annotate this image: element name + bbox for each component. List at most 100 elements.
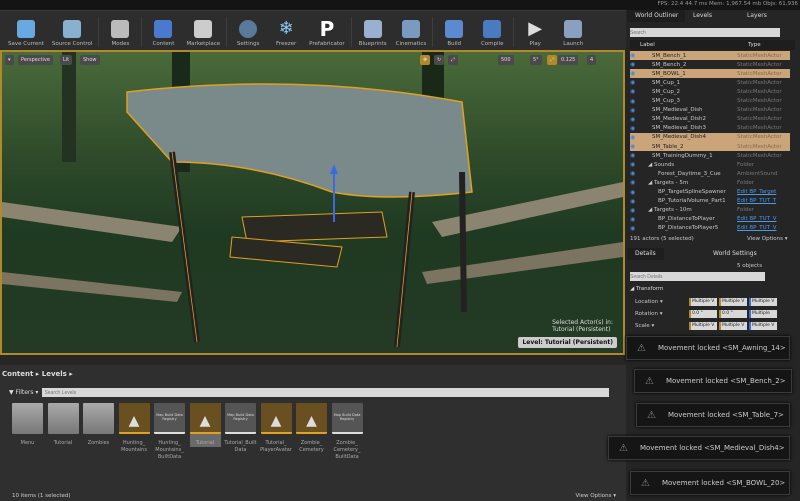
- view-options-button[interactable]: View Options ▾: [575, 493, 616, 499]
- outliner-row[interactable]: ◉ SM_Bench_1 StaticMeshActor: [630, 51, 790, 60]
- translate-tool[interactable]: ✥: [420, 55, 431, 65]
- grid-snap-value[interactable]: 500: [498, 55, 514, 65]
- type-column[interactable]: Type: [748, 42, 761, 48]
- asset-tile[interactable]: Map Build Data Registry Hunting_ Mountain…: [154, 403, 185, 461]
- show-button[interactable]: Show: [80, 55, 100, 65]
- freezer-button[interactable]: ❄ Freezer: [271, 20, 301, 48]
- visibility-eye-icon[interactable]: ◉: [630, 161, 642, 168]
- cinematics-button[interactable]: Cinematics: [396, 20, 426, 47]
- asset-tile[interactable]: ▲ Tutorial_ PlayerAvatar: [260, 403, 292, 454]
- scale-y[interactable]: Multiple V: [719, 322, 747, 330]
- tab-layers[interactable]: Layers: [739, 10, 775, 22]
- visibility-eye-icon[interactable]: ◉: [630, 134, 642, 141]
- lit-button[interactable]: Lit: [60, 55, 73, 65]
- outliner-row[interactable]: ◉ SM_Bench_2 StaticMeshActor: [630, 60, 790, 69]
- prefabricator-button[interactable]: P Prefabricator: [309, 19, 345, 47]
- outliner-row[interactable]: ◉ BP_TargetSplineSpawner Edit BP_Target: [630, 188, 790, 197]
- outliner-row[interactable]: ◉ SM_BOWL_1 StaticMeshActor: [630, 69, 790, 79]
- outliner-row[interactable]: ◉ SM_Table_2 StaticMeshActor: [630, 142, 790, 151]
- visibility-eye-icon[interactable]: ◉: [630, 198, 642, 205]
- outliner-row[interactable]: ◉ SM_Medieval_Dish2 StaticMeshActor: [630, 115, 790, 124]
- outliner-row[interactable]: ◉ SM_TrainingDummy_1 StaticMeshActor: [630, 151, 790, 160]
- visibility-eye-icon[interactable]: ◉: [630, 189, 642, 196]
- content-button[interactable]: Content: [148, 20, 178, 47]
- save-current-button[interactable]: Save Current: [8, 20, 44, 47]
- outliner-row[interactable]: ◉ BP_TutorialVolume_Part1 Edit BP_TUT_T: [630, 197, 790, 206]
- location-label[interactable]: Location ▾: [635, 299, 663, 305]
- actor-type[interactable]: Edit BP_TUT_T: [737, 198, 787, 204]
- visibility-eye-icon[interactable]: ◉: [630, 170, 642, 177]
- search-levels-input[interactable]: [42, 388, 609, 397]
- location-z[interactable]: Multiple V: [749, 298, 777, 306]
- scale-label[interactable]: Scale ▾: [635, 323, 654, 329]
- visibility-eye-icon[interactable]: ◉: [630, 125, 642, 132]
- blueprints-button[interactable]: Blueprints: [358, 20, 388, 47]
- tab-world-settings[interactable]: World Settings: [705, 248, 765, 260]
- build-button[interactable]: Build: [439, 20, 469, 47]
- filters-button[interactable]: ▼ Filters ▾: [9, 389, 38, 396]
- outliner-row[interactable]: ◉ ◢ Targets - 5m Folder: [630, 178, 790, 187]
- rotation-x[interactable]: 0.0 °: [689, 310, 717, 318]
- perspective-button[interactable]: Perspective: [18, 55, 53, 65]
- visibility-eye-icon[interactable]: ◉: [630, 216, 642, 223]
- actor-type[interactable]: Edit BP_TUT_V: [737, 216, 787, 222]
- visibility-eye-icon[interactable]: ◉: [630, 70, 642, 77]
- outliner-row[interactable]: ◉ SM_Cup_2 StaticMeshActor: [630, 87, 790, 96]
- actor-type[interactable]: Edit BP_Target: [737, 189, 787, 195]
- actor-type[interactable]: Edit BP_TUT_V: [737, 225, 787, 231]
- rotation-label[interactable]: Rotation ▾: [635, 311, 663, 317]
- marketplace-button[interactable]: Marketplace: [186, 20, 220, 47]
- outliner-row[interactable]: ◉ SM_Cup_3 StaticMeshActor: [630, 97, 790, 106]
- asset-tile[interactable]: Zombies: [83, 403, 114, 447]
- visibility-eye-icon[interactable]: ◉: [630, 143, 642, 150]
- breadcrumb[interactable]: Content ▸ Levels ▸: [2, 370, 73, 378]
- rotation-z[interactable]: Multiple: [749, 310, 777, 318]
- asset-tile[interactable]: ▲ Zombie_ Cemetery: [296, 403, 327, 454]
- play-button[interactable]: ▶ Play: [520, 20, 550, 48]
- visibility-eye-icon[interactable]: ◉: [630, 179, 642, 186]
- scale-snap-toggle[interactable]: ⤢: [547, 55, 558, 65]
- visibility-eye-icon[interactable]: ◉: [630, 52, 642, 59]
- angle-snap-value[interactable]: 5°: [530, 55, 542, 65]
- asset-tile[interactable]: ▲ Tutorial: [189, 403, 221, 447]
- viewport-menu-button[interactable]: ▾: [5, 55, 14, 65]
- visibility-eye-icon[interactable]: ◉: [630, 116, 642, 123]
- outliner-row[interactable]: ◉ SM_Medieval_Dish4 StaticMeshActor: [630, 132, 790, 142]
- tab-world-outliner[interactable]: World Outliner: [627, 10, 687, 22]
- outliner-search-input[interactable]: [630, 28, 780, 37]
- outliner-row[interactable]: ◉ SM_Medieval_Dish3 StaticMeshActor: [630, 124, 790, 133]
- label-column[interactable]: Label: [640, 42, 655, 48]
- settings-button[interactable]: Settings: [233, 20, 263, 47]
- asset-tile[interactable]: Tutorial: [47, 403, 79, 447]
- visibility-eye-icon[interactable]: ◉: [630, 79, 642, 86]
- transform-section[interactable]: ◢ Transform: [630, 286, 663, 292]
- scale-tool[interactable]: ⤢: [448, 55, 459, 65]
- visibility-eye-icon[interactable]: ◉: [630, 107, 642, 114]
- outliner-row[interactable]: ◉ BP_DistanceToPlayer5 Edit BP_TUT_V: [630, 224, 790, 233]
- asset-tile[interactable]: ▲ Hunting_ Mountains: [118, 403, 150, 454]
- asset-tile[interactable]: Menu: [12, 403, 43, 447]
- scale-snap-value[interactable]: 0.125: [558, 55, 579, 65]
- visibility-eye-icon[interactable]: ◉: [630, 225, 642, 232]
- visibility-eye-icon[interactable]: ◉: [630, 88, 642, 95]
- outliner-row[interactable]: ◉ ◢ Targets - 10m Folder: [630, 206, 790, 215]
- location-y[interactable]: Multiple V: [719, 298, 747, 306]
- camera-speed[interactable]: 4: [587, 55, 597, 65]
- asset-tile[interactable]: Map Build Data Registry Zombie_ Cemetery_…: [331, 403, 363, 461]
- scale-z[interactable]: Multiple V: [749, 322, 777, 330]
- outliner-row[interactable]: ◉ SM_Medieval_Dish StaticMeshActor: [630, 106, 790, 115]
- rotation-y[interactable]: 0.0 °: [719, 310, 747, 318]
- tab-details[interactable]: Details: [627, 248, 664, 260]
- modes-button[interactable]: Modes: [105, 20, 135, 47]
- rotate-tool[interactable]: ↻: [434, 55, 445, 65]
- visibility-eye-icon[interactable]: ◉: [630, 152, 642, 159]
- visibility-eye-icon[interactable]: ◉: [630, 61, 642, 68]
- source-control-button[interactable]: Source Control: [52, 20, 92, 47]
- outliner-view-options[interactable]: View Options ▾: [747, 236, 788, 242]
- visibility-eye-icon[interactable]: ◉: [630, 98, 642, 105]
- launch-button[interactable]: Launch: [558, 20, 588, 47]
- outliner-row[interactable]: ◉ BP_DistanceToPlayer Edit BP_TUT_V: [630, 215, 790, 224]
- outliner-row[interactable]: ◉ SM_Cup_1 StaticMeshActor: [630, 78, 790, 87]
- visibility-eye-icon[interactable]: ◉: [630, 207, 642, 214]
- search-details-input[interactable]: [630, 272, 765, 281]
